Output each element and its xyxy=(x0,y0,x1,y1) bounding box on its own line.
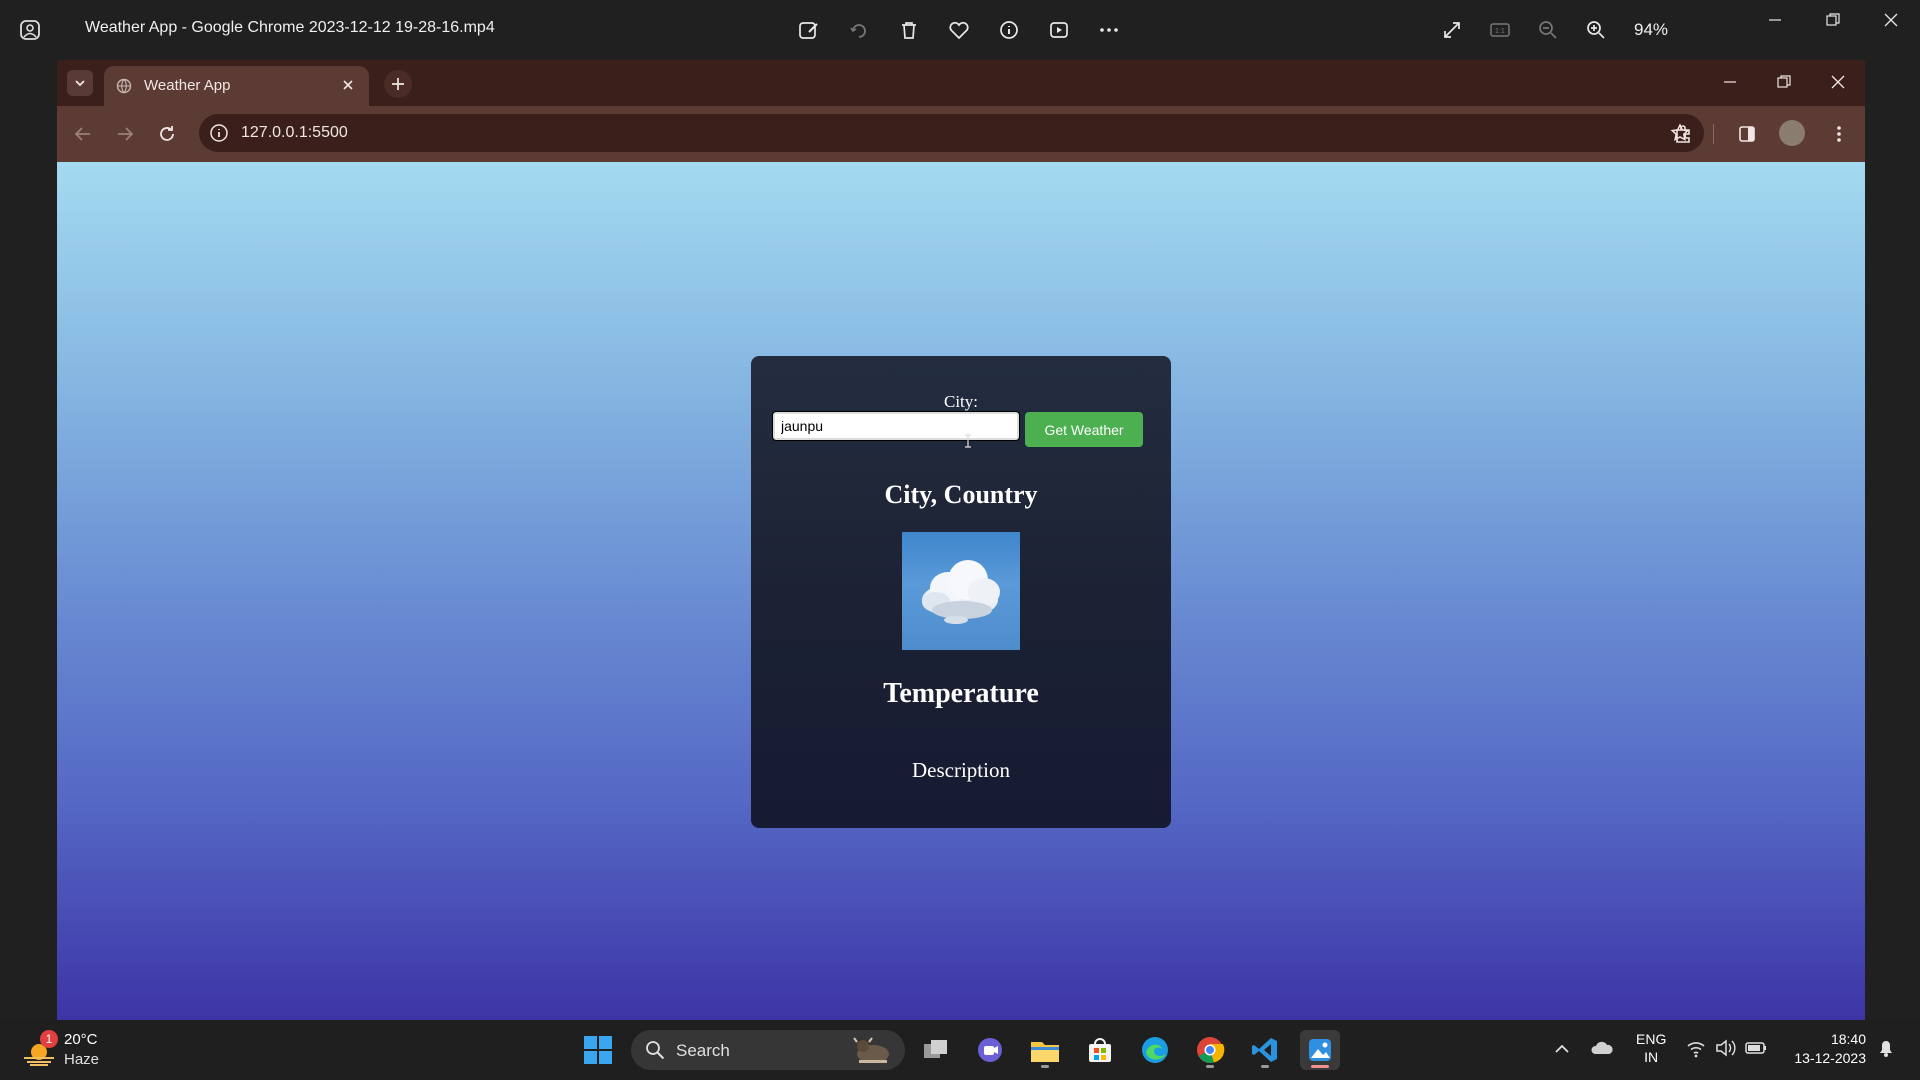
windows-start-icon[interactable] xyxy=(583,1035,613,1070)
video-title: Weather App - Google Chrome 2023-12-12 1… xyxy=(85,19,495,36)
city-input[interactable] xyxy=(772,411,1020,441)
browser-window-controls xyxy=(1703,60,1865,104)
region-code: IN xyxy=(1644,1049,1659,1065)
new-tab-button[interactable] xyxy=(384,70,412,98)
url-text: 127.0.0.1:5500 xyxy=(241,124,348,141)
microsoft-store-icon[interactable] xyxy=(1080,1030,1120,1070)
zoom-in-icon[interactable] xyxy=(1582,16,1610,44)
tab-search-button[interactable] xyxy=(67,70,93,96)
zoom-out-icon[interactable] xyxy=(1534,16,1562,44)
volume-icon[interactable] xyxy=(1714,1030,1736,1071)
forward-arrow-icon[interactable] xyxy=(111,120,139,148)
zoom-level: 94% xyxy=(1634,20,1669,39)
weather-card: City: Get Weather City, Country Temperat… xyxy=(751,356,1171,828)
language-code: ENG xyxy=(1636,1031,1667,1047)
browser-minimize-icon[interactable] xyxy=(1703,60,1757,104)
clock[interactable]: 18:40 13-12-2023 xyxy=(1786,1030,1866,1068)
more-icon[interactable] xyxy=(1095,16,1123,44)
weather-widget[interactable]: 1 20°C Haze xyxy=(22,1030,132,1072)
side-panel-icon[interactable] xyxy=(1733,120,1761,148)
restore-icon[interactable] xyxy=(1804,0,1862,40)
wifi-icon[interactable] xyxy=(1686,1030,1706,1071)
search-highlight-icon xyxy=(849,1034,895,1071)
weather-icon-image xyxy=(902,532,1020,650)
get-weather-button[interactable]: Get Weather xyxy=(1025,412,1143,447)
task-view-icon[interactable] xyxy=(916,1030,956,1070)
language-indicator[interactable]: ENG IN xyxy=(1636,1030,1666,1066)
running-indicator xyxy=(1261,1065,1269,1068)
player-toolbar xyxy=(795,16,1123,44)
favorite-icon[interactable] xyxy=(945,16,973,44)
address-bar[interactable]: 127.0.0.1:5500 xyxy=(199,114,1704,152)
temperature-heading: Temperature xyxy=(883,678,1039,709)
page-viewport: City: Get Weather City, Country Temperat… xyxy=(57,162,1865,1020)
chevron-up-icon[interactable] xyxy=(1552,1030,1572,1071)
window-controls xyxy=(1746,0,1920,40)
svg-text:1:1: 1:1 xyxy=(1495,28,1505,35)
tab-title: Weather App xyxy=(144,77,231,94)
edit-icon[interactable] xyxy=(795,16,823,44)
taskbar: 1 20°C Haze Search ENG IN 18:40 13-12-20… xyxy=(0,1020,1920,1080)
media-player-titlebar: Weather App - Google Chrome 2023-12-12 1… xyxy=(0,0,1920,60)
notification-bell-icon[interactable] xyxy=(1876,1030,1896,1071)
photos-app-taskbar-icon[interactable] xyxy=(1300,1030,1340,1070)
search-label: Search xyxy=(676,1041,730,1060)
running-indicator xyxy=(1206,1065,1214,1068)
tab-weather-app[interactable]: Weather App xyxy=(104,66,369,106)
minimize-icon[interactable] xyxy=(1746,0,1804,40)
kebab-menu-icon[interactable] xyxy=(1825,120,1853,148)
back-arrow-icon[interactable] xyxy=(69,120,97,148)
zoom-controls: 1:1 94% xyxy=(1438,16,1668,44)
chrome-browser-icon[interactable] xyxy=(1190,1030,1230,1070)
active-indicator xyxy=(1311,1065,1329,1068)
tab-strip: Weather App xyxy=(57,60,1865,106)
clock-date: 13-12-2023 xyxy=(1794,1050,1866,1066)
globe-icon xyxy=(116,78,132,99)
clock-time: 18:40 xyxy=(1830,1031,1866,1047)
reload-icon[interactable] xyxy=(153,120,181,148)
fullscreen-icon[interactable] xyxy=(1438,16,1466,44)
site-info-icon[interactable] xyxy=(209,123,229,148)
notification-badge: 1 xyxy=(40,1030,58,1048)
actual-size-icon[interactable]: 1:1 xyxy=(1486,16,1514,44)
taskbar-search[interactable]: Search xyxy=(631,1030,905,1070)
close-icon[interactable] xyxy=(1862,0,1920,40)
city-country-heading: City, Country xyxy=(884,480,1038,509)
search-icon xyxy=(645,1040,665,1065)
description-text: Description xyxy=(912,758,1010,782)
toolbar-divider xyxy=(1713,124,1714,144)
weather-temp: 20°C xyxy=(64,1031,98,1048)
edge-browser-icon[interactable] xyxy=(1135,1030,1175,1070)
profile-avatar[interactable] xyxy=(1779,120,1805,146)
photos-app-icon xyxy=(18,18,42,42)
teams-chat-icon[interactable] xyxy=(970,1030,1010,1070)
onedrive-cloud-icon[interactable] xyxy=(1590,1030,1614,1071)
file-explorer-icon[interactable] xyxy=(1025,1030,1065,1070)
tab-close-icon[interactable] xyxy=(341,78,355,97)
browser-toolbar: 127.0.0.1:5500 xyxy=(57,106,1865,162)
info-icon[interactable] xyxy=(995,16,1023,44)
slideshow-icon[interactable] xyxy=(1045,16,1073,44)
delete-icon[interactable] xyxy=(895,16,923,44)
battery-icon[interactable] xyxy=(1744,1030,1768,1071)
browser-close-icon[interactable] xyxy=(1811,60,1865,104)
text-cursor-icon xyxy=(964,434,972,453)
browser-window: Weather App 127.0.0.1:5500 City: jaunpu … xyxy=(57,60,1865,1020)
rotate-icon[interactable] xyxy=(845,16,873,44)
vscode-icon[interactable] xyxy=(1245,1030,1285,1070)
city-label: City: xyxy=(943,392,978,411)
extensions-icon[interactable] xyxy=(1669,120,1697,148)
running-indicator xyxy=(1041,1065,1049,1068)
browser-restore-icon[interactable] xyxy=(1757,60,1811,104)
weather-condition: Haze xyxy=(64,1051,100,1068)
